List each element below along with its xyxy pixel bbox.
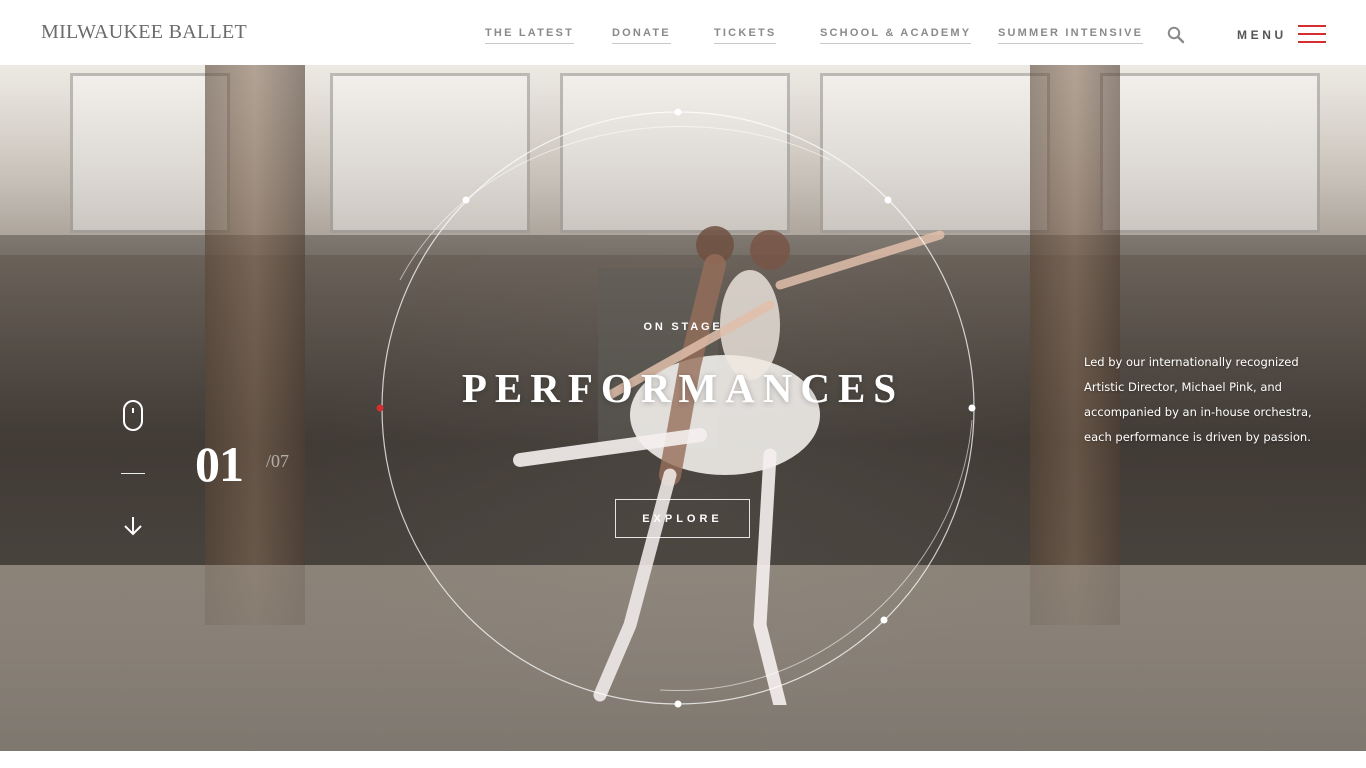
explore-button[interactable]: EXPLORE [615, 499, 750, 538]
slide-current-number: 01 [195, 436, 244, 492]
site-logo[interactable]: MILWAUKEE BALLET [41, 21, 247, 44]
hero-title: PERFORMANCES [461, 365, 905, 411]
nav-tickets[interactable]: TICKETS [714, 27, 777, 44]
menu-label[interactable]: MENU [1237, 28, 1287, 42]
arrow-down-icon[interactable] [123, 515, 143, 537]
side-divider [121, 473, 145, 474]
active-slide-dot [376, 404, 384, 412]
nav-school-academy[interactable]: SCHOOL & ACADEMY [820, 27, 972, 44]
scroll-mouse-icon [123, 400, 143, 431]
hamburger-icon[interactable] [1298, 25, 1326, 44]
nav-the-latest[interactable]: THE LATEST [485, 27, 575, 44]
nav-summer-intensive[interactable]: SUMMER INTENSIVE [998, 27, 1144, 44]
site-header: MILWAUKEE BALLET THE LATEST DONATE TICKE… [0, 0, 1366, 65]
search-icon[interactable] [1166, 25, 1186, 45]
hero-eyebrow: ON STAGE [643, 321, 723, 333]
slide-total-number: /07 [266, 451, 290, 471]
hero-description: Led by our internationally recognized Ar… [1084, 355, 1312, 444]
nav-donate[interactable]: DONATE [612, 27, 671, 44]
